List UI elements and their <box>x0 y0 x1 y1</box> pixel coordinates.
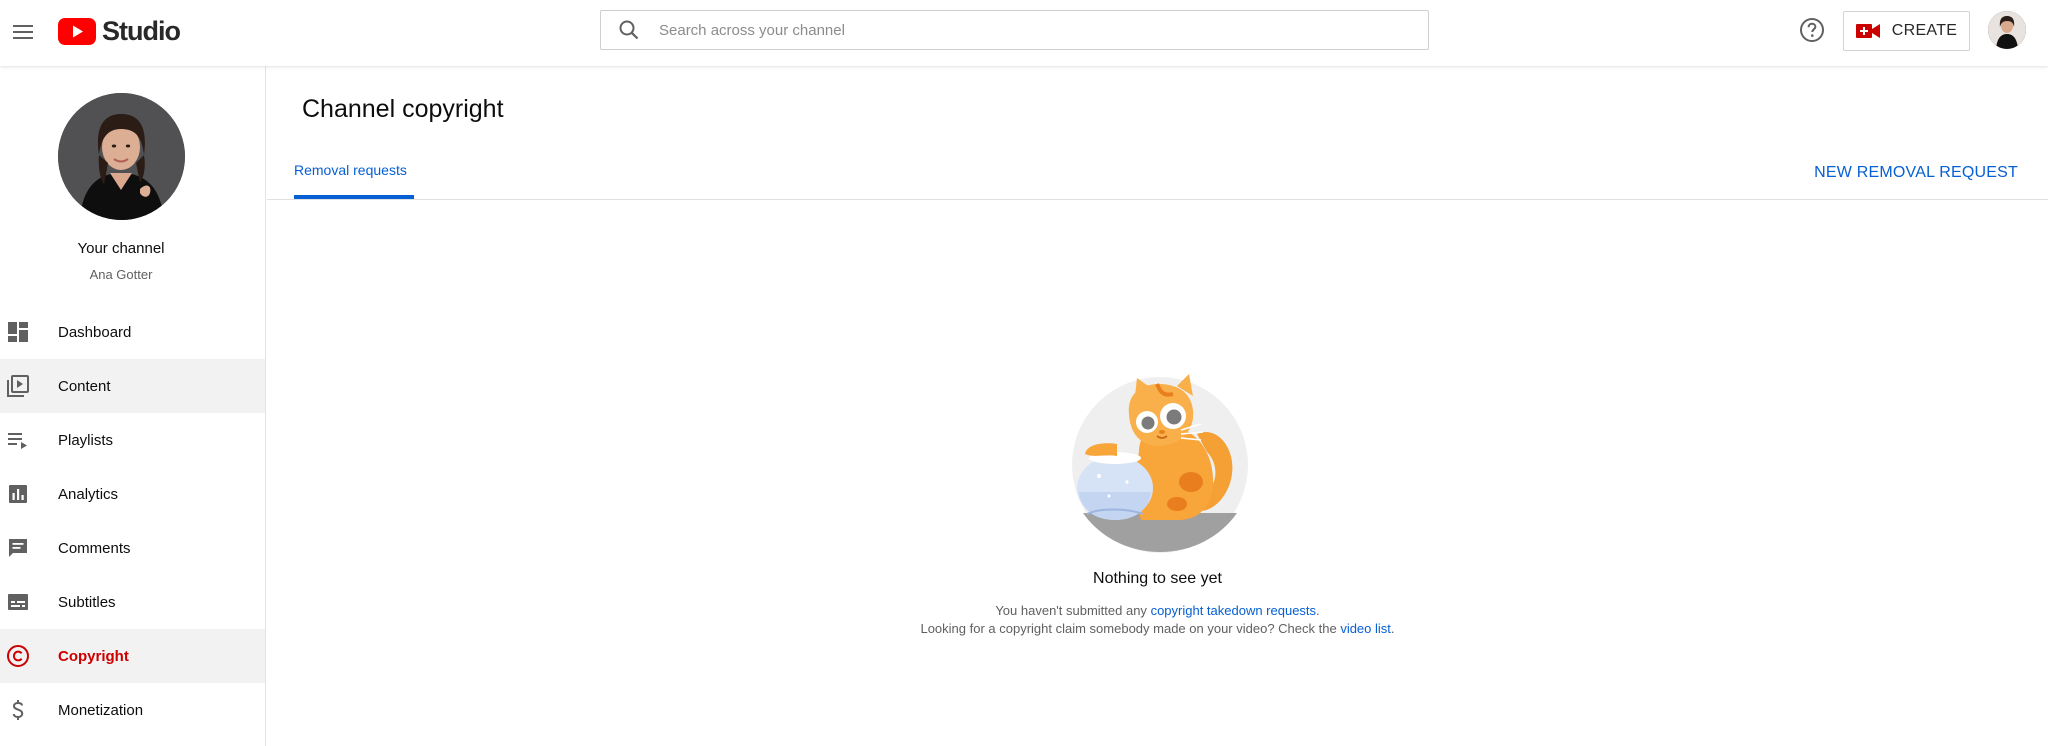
logo-text: Studio <box>102 15 181 46</box>
sidebar-item-copyright[interactable]: Copyright <box>0 629 265 683</box>
sidebar-item-comments[interactable]: Comments <box>0 521 265 575</box>
empty-state-line-2: Looking for a copyright claim somebody m… <box>267 621 2048 636</box>
line1-suffix: . <box>1316 603 1320 618</box>
sidebar-item-label: Playlists <box>58 431 114 449</box>
sidebar-item-playlists[interactable]: Playlists <box>0 413 265 467</box>
video-camera-icon <box>1855 24 1880 38</box>
analytics-icon <box>9 485 27 503</box>
account-avatar[interactable] <box>1988 11 2026 49</box>
video-list-link[interactable]: video list <box>1340 621 1391 636</box>
sidebar-item-label: Analytics <box>58 485 119 503</box>
create-label: CREATE <box>1891 22 1958 39</box>
sidebar-item-dashboard[interactable]: Dashboard <box>0 305 265 359</box>
top-bar: Studio CREATE <box>0 0 2048 66</box>
line1-text: You haven't submitted any <box>995 603 1151 618</box>
playlists-icon <box>8 433 27 449</box>
copyright-icon <box>7 645 29 667</box>
studio-logo[interactable]: Studio <box>58 15 181 47</box>
help-icon[interactable] <box>1798 16 1826 44</box>
empty-state-line-1: You haven't submitted any copyright take… <box>267 603 2048 618</box>
content-icon <box>7 375 29 397</box>
tab-divider <box>267 199 2048 200</box>
your-channel-label: Your channel <box>77 240 165 257</box>
main-content: Channel copyright Removal requests NEW R… <box>267 66 2048 746</box>
sidebar-item-content[interactable]: Content <box>0 359 265 413</box>
subtitles-icon <box>8 594 28 610</box>
search-icon <box>619 20 639 40</box>
page-title: Channel copyright <box>302 95 504 123</box>
sidebar-item-label: Content <box>58 377 111 395</box>
hamburger-menu-icon[interactable] <box>6 15 40 49</box>
youtube-play-icon <box>58 17 96 45</box>
sidebar-nav: Dashboard Content Playlists Analytics Co… <box>0 305 265 737</box>
channel-avatar-photo <box>58 93 185 220</box>
sidebar-item-label: Dashboard <box>58 323 132 341</box>
sidebar: Your channel Ana Gotter Dashboard Conten… <box>0 66 266 746</box>
sidebar-item-label: Copyright <box>58 647 129 665</box>
channel-avatar[interactable] <box>58 93 185 220</box>
sidebar-item-analytics[interactable]: Analytics <box>0 467 265 521</box>
search-bar[interactable] <box>600 10 1429 50</box>
channel-name: Ana Gotter <box>89 267 153 282</box>
tab-label: Removal requests <box>294 162 407 178</box>
sidebar-item-label: Comments <box>58 539 131 557</box>
empty-state-title: Nothing to see yet <box>1093 570 1222 587</box>
search-input[interactable] <box>659 21 1399 39</box>
create-button[interactable]: CREATE <box>1843 11 1970 51</box>
dollar-icon <box>12 700 24 720</box>
comments-icon <box>9 539 27 557</box>
sidebar-item-label: Subtitles <box>58 593 116 611</box>
sidebar-item-monetization[interactable]: Monetization <box>0 683 265 737</box>
line2-suffix: . <box>1390 621 1395 636</box>
copyright-takedown-requests-link[interactable]: copyright takedown requests <box>1151 603 1316 618</box>
cat-fishbowl-illustration <box>1072 374 1248 553</box>
line2-text: Looking for a copyright claim somebody m… <box>920 621 1341 636</box>
sidebar-item-label: Monetization <box>58 701 144 719</box>
avatar-photo <box>1988 11 2026 49</box>
new-removal-request-button[interactable]: NEW REMOVAL REQUEST <box>1814 164 2018 182</box>
sidebar-item-subtitles[interactable]: Subtitles <box>0 575 265 629</box>
dashboard-icon <box>8 322 28 342</box>
